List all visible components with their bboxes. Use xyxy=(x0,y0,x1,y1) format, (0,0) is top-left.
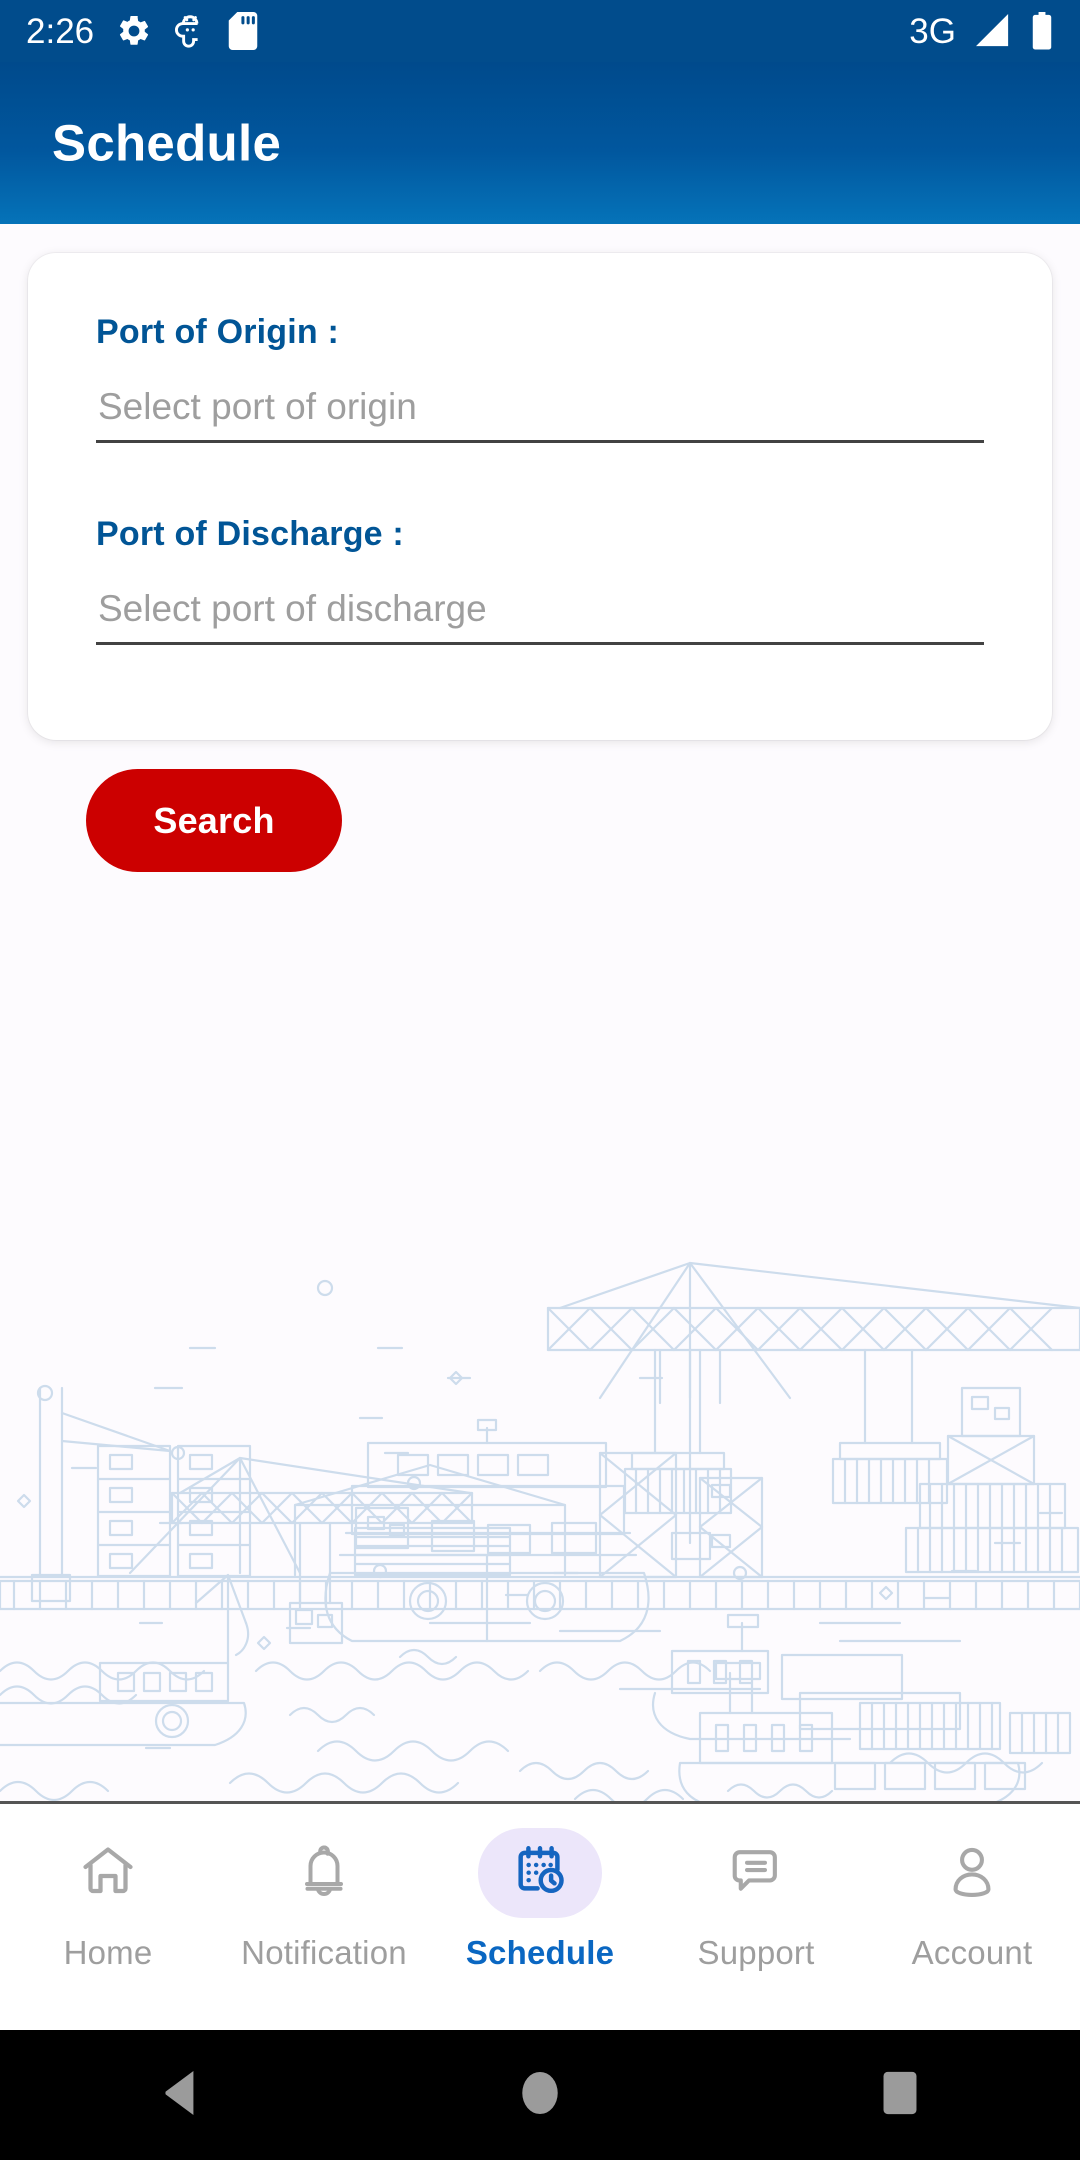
android-debug-icon xyxy=(174,13,206,49)
status-bar: 2:26 3G xyxy=(0,0,1080,62)
circle-icon xyxy=(519,2069,561,2122)
android-system-navigation-bar xyxy=(0,2030,1080,2160)
port-harbor-illustration xyxy=(0,1261,1080,1803)
bell-icon xyxy=(294,1841,354,1906)
nav-icon-wrapper-account xyxy=(910,1828,1034,1918)
search-form-card: Port of Origin : Port of Discharge : xyxy=(28,253,1052,740)
bottom-navigation-bar: Home Notification Schedule Support Accou… xyxy=(0,1804,1080,2030)
nav-label-support: Support xyxy=(697,1934,815,1971)
nav-item-notification[interactable]: Notification xyxy=(216,1804,432,2030)
signal-bars-icon xyxy=(974,14,1012,48)
nav-item-support[interactable]: Support xyxy=(648,1804,864,2030)
page-title: Schedule xyxy=(52,114,282,172)
phone-screen: 2:26 3G Schedule Port of Origin: Select… xyxy=(0,0,1080,2160)
network-type-label: 3G xyxy=(909,11,956,51)
port-of-discharge-label: Port of Discharge : xyxy=(96,515,404,553)
nav-label-account: Account xyxy=(911,1934,1033,1971)
nav-icon-wrapper-support xyxy=(694,1828,818,1918)
nav-item-home[interactable]: Home xyxy=(0,1804,216,2030)
chat-bubble-icon xyxy=(727,1842,785,1905)
person-icon xyxy=(943,1842,1001,1905)
nav-icon-wrapper-notification xyxy=(262,1828,386,1918)
battery-full-icon xyxy=(1030,12,1054,50)
nav-item-account[interactable]: Account xyxy=(864,1804,1080,2030)
port-of-origin-input[interactable] xyxy=(96,381,984,443)
sd-card-icon xyxy=(228,12,258,50)
nav-label-home: Home xyxy=(63,1934,153,1971)
status-bar-left: 2:26 xyxy=(26,12,258,50)
recents-button[interactable] xyxy=(840,2030,960,2160)
triangle-left-icon xyxy=(157,2068,203,2123)
port-of-origin-field-group: Port of Origin : xyxy=(96,313,984,443)
home-icon xyxy=(78,1841,138,1906)
app-bar: Schedule xyxy=(0,62,1080,224)
nav-label-notification: Notification xyxy=(241,1934,407,1971)
nav-label-schedule: Schedule xyxy=(465,1934,615,1971)
port-of-discharge-input[interactable] xyxy=(96,583,984,645)
gear-icon xyxy=(116,13,152,49)
status-clock: 2:26 xyxy=(26,11,95,51)
port-of-origin-label: Port of Origin : xyxy=(96,313,340,351)
search-button[interactable]: Search xyxy=(86,769,342,872)
home-button[interactable] xyxy=(480,2030,600,2160)
nav-item-schedule[interactable]: Schedule xyxy=(432,1804,648,2030)
status-bar-right: 3G xyxy=(909,12,1054,50)
nav-icon-wrapper-schedule xyxy=(478,1828,602,1918)
nav-icon-wrapper-home xyxy=(46,1828,170,1918)
square-icon xyxy=(880,2070,920,2121)
port-of-discharge-field-group: Port of Discharge : xyxy=(96,515,984,645)
calendar-clock-icon xyxy=(511,1842,569,1905)
back-button[interactable] xyxy=(120,2030,240,2160)
